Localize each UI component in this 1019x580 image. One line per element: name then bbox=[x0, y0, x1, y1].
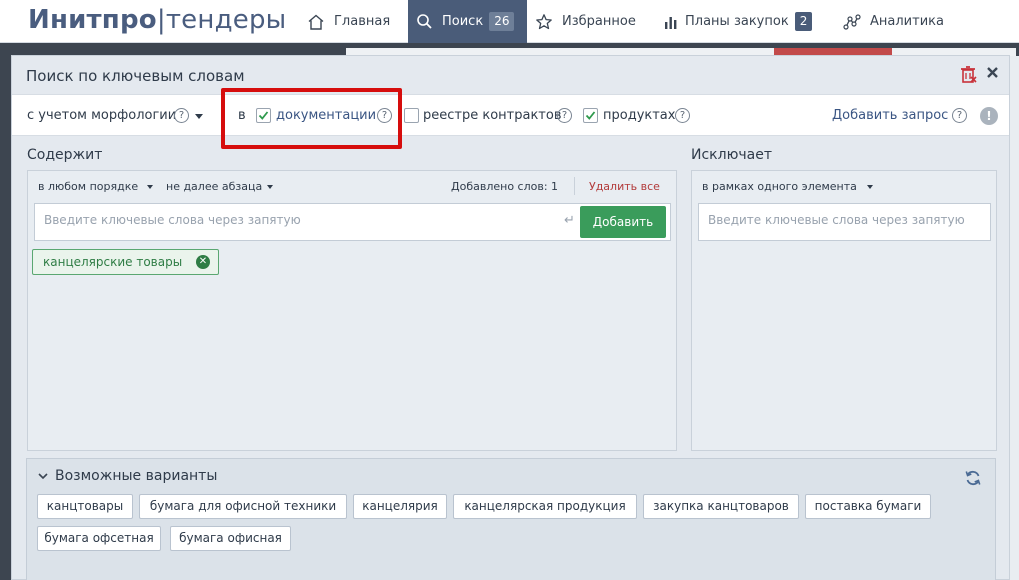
keyword-chip-label: канцелярские товары bbox=[43, 255, 183, 269]
bar-chart-icon bbox=[665, 16, 677, 29]
nav-plans[interactable]: Планы закупок 2 bbox=[664, 0, 813, 43]
enter-icon: ↵ bbox=[564, 213, 575, 228]
order-caret-icon[interactable] bbox=[147, 185, 153, 189]
morphology-caret-icon[interactable] bbox=[195, 114, 203, 119]
trash-icon[interactable] bbox=[960, 65, 977, 84]
excludes-toolbar: в рамках одного элемента bbox=[692, 171, 996, 201]
contains-keywords-input[interactable] bbox=[44, 213, 554, 227]
suggestion-tag[interactable]: канцелярская продукция bbox=[453, 494, 637, 519]
remove-chip-icon[interactable]: ✕ bbox=[196, 255, 210, 269]
search-icon bbox=[417, 14, 432, 29]
analytics-icon bbox=[843, 13, 861, 30]
nav-home[interactable]: Главная bbox=[307, 0, 390, 43]
add-query-help-icon[interactable]: ? bbox=[952, 108, 967, 123]
toolbar-divider bbox=[574, 177, 575, 195]
products-checkbox[interactable] bbox=[583, 108, 598, 123]
suggestion-tag[interactable]: бумага офисная bbox=[170, 526, 291, 551]
distance-dropdown[interactable]: не далее абзаца bbox=[166, 180, 262, 193]
registry-label[interactable]: реестре контрактов bbox=[423, 108, 562, 123]
checkmark-icon bbox=[585, 111, 596, 120]
nav-plans-label: Планы закупок bbox=[685, 14, 789, 29]
excludes-keywords-input[interactable] bbox=[708, 213, 980, 227]
scope-caret-icon[interactable] bbox=[867, 185, 873, 189]
nav-search-label: Поиск bbox=[442, 14, 484, 29]
contains-panel: в любом порядке не далее абзаца Добавлен… bbox=[27, 170, 677, 451]
suggestion-tag[interactable]: бумага офсетная bbox=[37, 526, 161, 551]
add-button[interactable]: Добавить bbox=[580, 206, 666, 238]
search-options-bar: с учетом морфологии ? в документации ? р… bbox=[12, 94, 1009, 136]
excludes-panel: в рамках одного элемента bbox=[691, 170, 997, 451]
nav-search-count: 26 bbox=[489, 12, 515, 31]
nav-analytics[interactable]: Аналитика bbox=[843, 0, 944, 43]
suggestion-tag[interactable]: бумага для офисной техники bbox=[139, 494, 347, 519]
contains-input-box: ↵ Добавить bbox=[34, 203, 671, 241]
top-navigation: Инитпро|тендеры Главная Поиск 26 Избранн… bbox=[0, 0, 1019, 43]
nav-plans-count: 2 bbox=[794, 12, 813, 31]
nav-search[interactable]: Поиск 26 bbox=[408, 0, 527, 43]
delete-all-link[interactable]: Удалить все bbox=[589, 180, 660, 193]
close-icon[interactable] bbox=[986, 66, 999, 79]
suggestion-tag[interactable]: канцтовары bbox=[37, 494, 133, 519]
suggestions-panel: Возможные варианты канцтовары бумага для… bbox=[26, 458, 996, 580]
registry-checkbox[interactable] bbox=[404, 108, 419, 123]
registry-help-icon[interactable]: ? bbox=[557, 108, 572, 123]
products-help-icon[interactable]: ? bbox=[675, 108, 690, 123]
suggestions-title[interactable]: Возможные варианты bbox=[55, 468, 217, 484]
app-logo[interactable]: Инитпро|тендеры bbox=[28, 5, 286, 35]
star-icon bbox=[536, 13, 552, 29]
chevron-down-icon[interactable] bbox=[38, 473, 48, 480]
nav-favorites-label: Избранное bbox=[562, 14, 636, 29]
contains-toolbar: в любом порядке не далее абзаца Добавлен… bbox=[28, 171, 676, 201]
dialog-title: Поиск по ключевым словам bbox=[26, 67, 245, 85]
products-label[interactable]: продуктах bbox=[603, 108, 675, 123]
add-query-link[interactable]: Добавить запрос bbox=[832, 108, 948, 123]
scope-dropdown[interactable]: в рамках одного элемента bbox=[702, 180, 857, 193]
suggestion-tag[interactable]: закупка канцтоваров bbox=[643, 494, 799, 519]
nav-analytics-label: Аналитика bbox=[870, 14, 944, 29]
nav-home-label: Главная bbox=[334, 14, 391, 29]
refresh-icon[interactable] bbox=[964, 469, 982, 487]
order-dropdown[interactable]: в любом порядке bbox=[38, 180, 138, 193]
keyword-chip: канцелярские товары ✕ bbox=[32, 249, 219, 275]
morphology-help-icon[interactable]: ? bbox=[174, 108, 189, 123]
nav-favorites[interactable]: Избранное bbox=[535, 0, 636, 43]
home-icon bbox=[308, 14, 324, 30]
added-words-count: Добавлено слов: 1 bbox=[451, 180, 559, 193]
distance-caret-icon[interactable] bbox=[267, 185, 273, 189]
warning-icon[interactable]: ! bbox=[980, 107, 998, 125]
highlight-frame bbox=[221, 88, 402, 149]
keyword-search-dialog: Поиск по ключевым словам с учетом морфол… bbox=[11, 55, 1010, 580]
morphology-dropdown[interactable]: с учетом морфологии bbox=[27, 108, 176, 123]
excludes-title: Исключает bbox=[691, 147, 772, 163]
contains-title: Содержит bbox=[27, 147, 103, 163]
excludes-input-box bbox=[698, 203, 991, 241]
suggestion-tag[interactable]: поставка бумаги bbox=[805, 494, 931, 519]
suggestion-tag[interactable]: канцелярия bbox=[353, 494, 447, 519]
